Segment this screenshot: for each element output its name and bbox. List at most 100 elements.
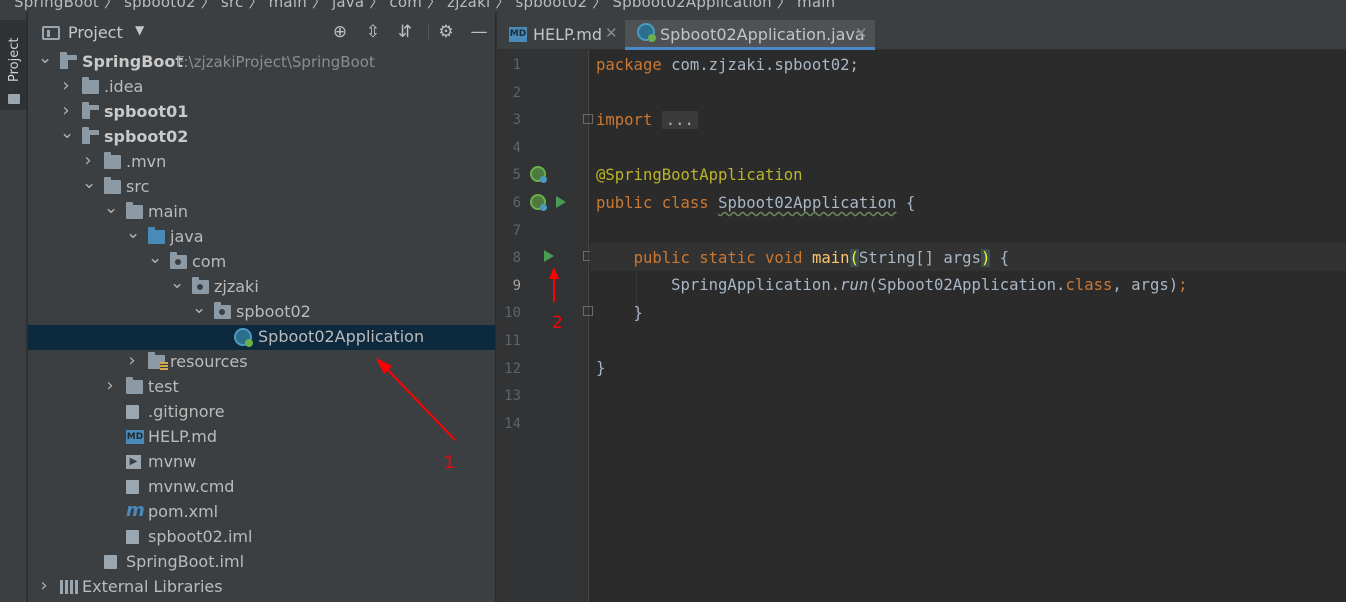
folder-icon	[104, 152, 121, 169]
tree-item-label: HELP.md	[148, 427, 218, 446]
editor-tab-bar: MD HELP.md ✕ Spboot02Application.java ✕	[497, 12, 1346, 50]
tab-spboot02application-java[interactable]: Spboot02Application.java ✕	[625, 20, 875, 50]
annotation-label-1: 1	[444, 453, 455, 473]
tree-item-mvnw[interactable]: ▶ mvnw	[28, 450, 495, 475]
tree-item-mvn[interactable]: › .mvn	[28, 150, 495, 175]
project-panel-header: Project ▼ ⊕ ⇳ ⇵ ⚙ —	[28, 20, 495, 46]
code-line: }	[596, 304, 643, 322]
line-number: 8	[512, 250, 521, 267]
line-number: 13	[504, 388, 521, 405]
tree-item-springboot[interactable]: ⌄ SpringBoot F:\zjzakiProject\SpringBoot	[28, 48, 495, 75]
package-icon	[170, 252, 187, 269]
tree-item-spboot02application[interactable]: Spboot02Application	[28, 325, 495, 350]
line-number: 1	[512, 57, 521, 73]
spring-boot-class-icon	[234, 328, 253, 347]
chevron-down-icon[interactable]: ⌄	[126, 223, 140, 243]
chevron-down-icon[interactable]: ⌄	[38, 48, 52, 68]
tree-item-label: zjzaki	[214, 277, 259, 296]
line-number: 4	[512, 139, 521, 156]
tree-item-label: mvnw	[148, 452, 197, 471]
annotation-label-2: 2	[552, 313, 563, 333]
tool-window-stripe: Project	[0, 12, 27, 602]
expand-all-icon[interactable]: ⇳	[362, 21, 384, 43]
close-icon[interactable]: ✕	[605, 24, 618, 42]
chevron-down-icon[interactable]: ⌄	[170, 273, 184, 293]
tree-item-label: mvnw.cmd	[148, 477, 235, 496]
project-view-selector[interactable]: Project	[68, 23, 123, 42]
folder-icon	[126, 377, 143, 394]
run-class-icon[interactable]	[556, 196, 566, 208]
tree-item-resources[interactable]: › resources	[28, 350, 495, 375]
tree-item-main[interactable]: ⌄ main	[28, 198, 495, 225]
hide-panel-icon[interactable]: —	[468, 21, 490, 43]
tree-item-com[interactable]: ⌄ com	[28, 248, 495, 275]
toolbar-divider	[428, 23, 429, 41]
folder-icon	[126, 202, 143, 219]
tree-item-mvnw-cmd[interactable]: mvnw.cmd	[28, 475, 495, 500]
line-number: 14	[504, 415, 521, 432]
chevron-down-icon[interactable]: ⌄	[192, 298, 206, 318]
tab-help-md[interactable]: MD HELP.md ✕	[505, 20, 621, 50]
spring-bean-icon[interactable]	[530, 194, 547, 211]
chevron-right-icon[interactable]: ›	[60, 100, 72, 121]
tree-item-label: test	[148, 377, 179, 396]
code-line: public class Spboot02Application {	[596, 194, 916, 212]
chevron-right-icon[interactable]: ›	[38, 575, 50, 596]
tree-item-spboot02[interactable]: ⌄ spboot02	[28, 298, 495, 325]
chevron-right-icon[interactable]: ›	[104, 375, 116, 396]
project-tool-button[interactable]: Project	[0, 20, 27, 110]
tree-item-help-md[interactable]: MD HELP.md	[28, 425, 495, 450]
tree-item-src[interactable]: ⌄ src	[28, 173, 495, 200]
chevron-down-icon[interactable]: ⌄	[82, 173, 96, 193]
code-editor[interactable]: package com.zjzaki.spboot02; import ... …	[590, 50, 1346, 602]
tree-item-external-libraries[interactable]: › External Libraries	[28, 575, 495, 600]
tree-item-zjzaki[interactable]: ⌄ zjzaki	[28, 273, 495, 300]
line-number: 6	[512, 195, 521, 211]
chevron-down-icon[interactable]: ⌄	[60, 123, 74, 143]
tree-item-label: src	[126, 177, 150, 196]
line-number: 2	[512, 84, 521, 101]
editor-area: MD HELP.md ✕ Spboot02Application.java ✕ …	[496, 12, 1346, 602]
spring-bean-icon[interactable]	[530, 166, 547, 183]
chevron-right-icon[interactable]: ›	[60, 75, 72, 96]
tree-item-label: .gitignore	[148, 402, 225, 421]
maven-icon: m	[126, 500, 145, 521]
tree-item-java[interactable]: ⌄ java	[28, 223, 495, 250]
shell-script-icon: ▶	[126, 455, 141, 469]
navigation-bar: SpringBoot 〉 spboot02 〉 src 〉 main 〉 jav…	[0, 0, 1346, 12]
chevron-right-icon[interactable]: ›	[126, 350, 138, 371]
tree-item-test[interactable]: › test	[28, 375, 495, 400]
tree-item-spboot02-iml[interactable]: spboot02.iml	[28, 525, 495, 550]
code-line: package com.zjzaki.spboot02;	[596, 56, 859, 74]
line-number: 9	[512, 277, 521, 294]
project-panel: Project ▼ ⊕ ⇳ ⇵ ⚙ — ⌄ SpringBoot F:\zjzaki…	[28, 12, 495, 602]
tree-item-gitignore[interactable]: .gitignore	[28, 400, 495, 425]
folder-icon	[8, 94, 20, 104]
chevron-down-icon[interactable]: ⌄	[104, 198, 118, 218]
markdown-file-icon: MD	[509, 27, 527, 42]
tree-item-spboot02[interactable]: ⌄ spboot02	[28, 123, 495, 150]
tree-item-pom-xml[interactable]: m pom.xml	[28, 500, 495, 525]
resources-folder-icon	[148, 352, 168, 370]
code-line: @SpringBootApplication	[596, 166, 803, 184]
line-number: 5	[512, 167, 521, 184]
chevron-right-icon[interactable]: ›	[82, 150, 94, 171]
run-main-icon[interactable]	[544, 250, 554, 262]
tree-item-springboot-iml[interactable]: SpringBoot.iml	[28, 550, 495, 575]
locate-file-icon[interactable]: ⊕	[329, 21, 351, 43]
module-folder-icon	[60, 52, 79, 71]
breadcrumb[interactable]: SpringBoot 〉 spboot02 〉 src 〉 main 〉 jav…	[14, 0, 835, 12]
close-icon[interactable]: ✕	[855, 24, 868, 42]
gear-icon[interactable]: ⚙	[435, 21, 457, 43]
tree-item-label: Spboot02Application	[258, 327, 425, 346]
source-folder-icon	[148, 227, 165, 244]
tree-item-spboot01[interactable]: › spboot01	[28, 100, 495, 125]
line-number: 11	[504, 333, 521, 349]
tree-item-label: pom.xml	[148, 502, 219, 521]
collapse-all-icon[interactable]: ⇵	[394, 21, 416, 43]
editor-gutter[interactable]: 1 2 3 4 5 6 7 8 9 10 11 12 13 14	[497, 50, 593, 602]
iml-file-icon	[104, 555, 117, 569]
chevron-down-icon[interactable]: ⌄	[148, 248, 162, 268]
chevron-down-icon[interactable]: ▼	[135, 23, 144, 37]
tree-item-idea[interactable]: › .idea	[28, 75, 495, 100]
